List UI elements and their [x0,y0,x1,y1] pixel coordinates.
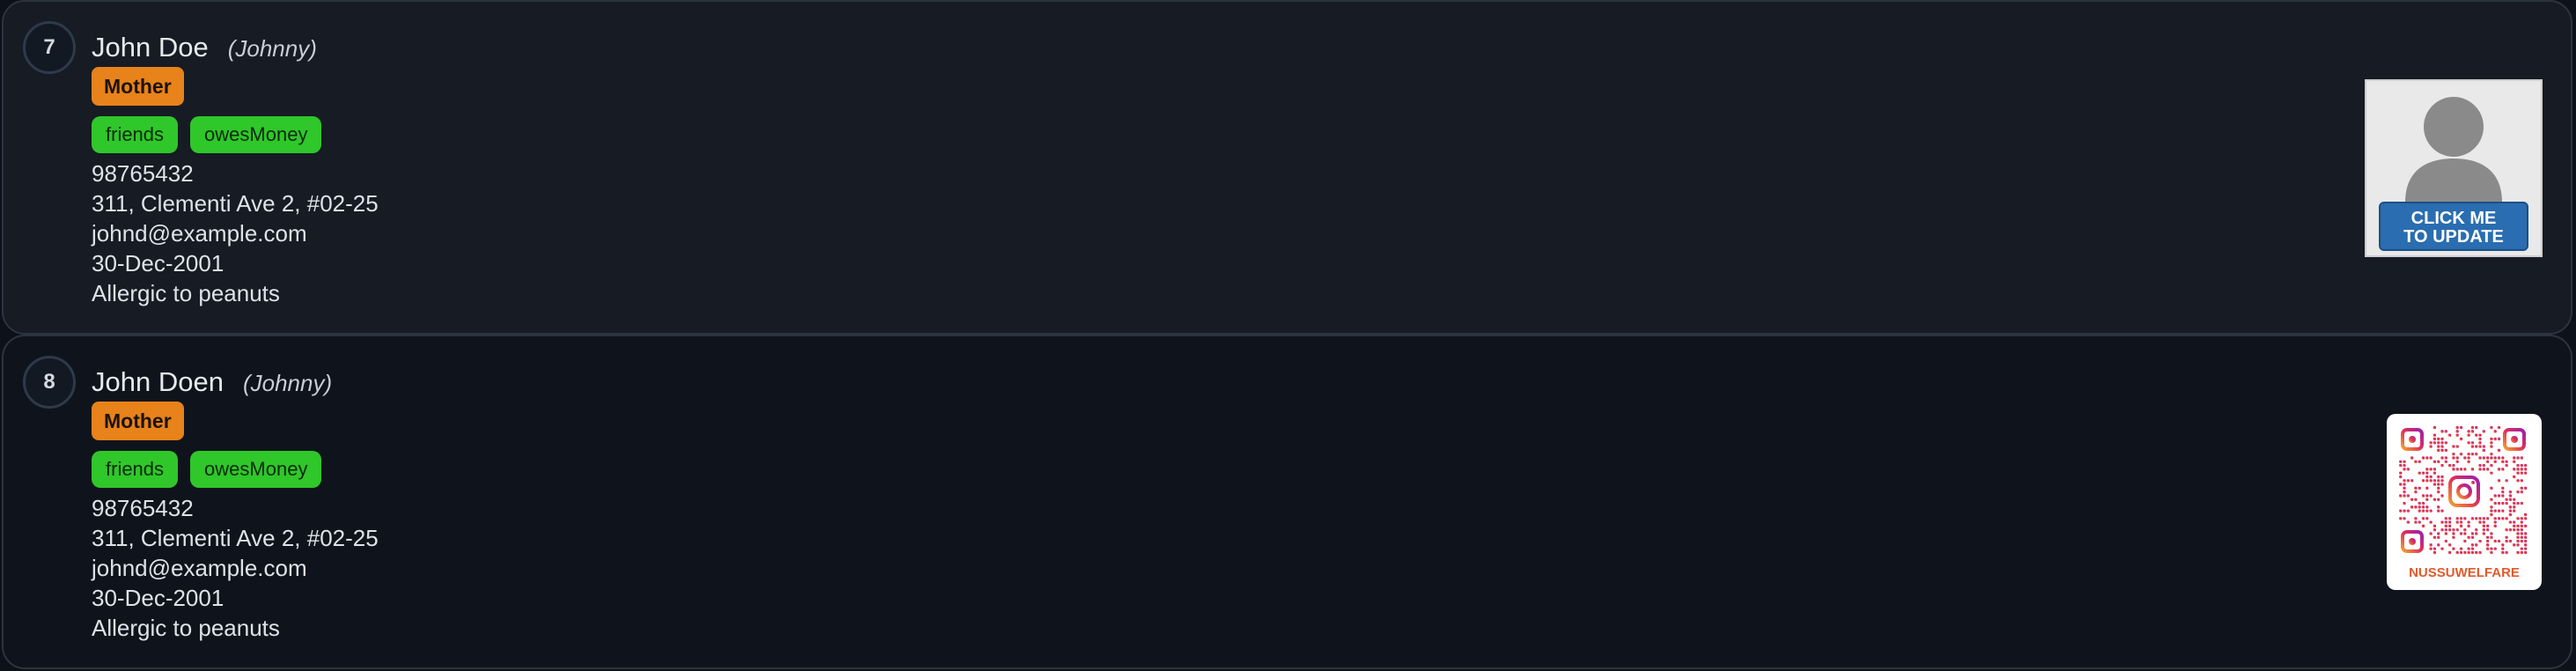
instagram-qr-code-icon: NUSSUWELFARE [2399,426,2528,580]
contact-address: 311, Clementi Ave 2, #02-25 [92,525,379,551]
contact-phone: 98765432 [92,160,194,187]
contact-note: Allergic to peanuts [92,280,280,306]
contact-list: 7 John Doe (Johnny) Mother friends owesM… [0,0,2576,671]
profile-photo-button[interactable]: CLICK ME TO UPDATE [2365,79,2543,257]
contact-email: johnd@example.com [92,555,307,581]
update-photo-label-1: CLICK ME [2411,209,2497,228]
tag-list: friends owesMoney [92,116,322,153]
contact-nickname: (Johnny) [227,35,317,62]
contact-birthday: 30-Dec-2001 [92,250,224,277]
contact-index: 8 [23,356,76,409]
tag-list: friends owesMoney [92,451,322,488]
update-photo-label-2: TO UPDATE [2403,227,2504,247]
contact-index: 7 [23,21,76,74]
contact-email: johnd@example.com [92,220,307,247]
relationship-badge: Mother [92,402,184,440]
name-row: John Doe (Johnny) [92,32,317,63]
tag-badge: owesMoney [190,116,322,153]
contact-address: 311, Clementi Ave 2, #02-25 [92,190,379,217]
contact-birthday: 30-Dec-2001 [92,585,224,611]
tag-badge: friends [92,116,179,153]
contact-nickname: (Johnny) [242,370,333,396]
qr-caption: NUSSUWELFARE [2409,565,2520,580]
contact-name: John Doen [92,366,224,397]
contact-phone: 98765432 [92,495,194,521]
tag-badge: owesMoney [190,451,322,488]
contact-card[interactable]: 8 John Doen (Johnny) Mother friends owes… [2,335,2572,669]
contact-card[interactable]: 7 John Doe (Johnny) Mother friends owesM… [2,0,2572,335]
tag-badge: friends [92,451,179,488]
person-silhouette-icon: CLICK ME TO UPDATE [2379,97,2528,251]
contact-name: John Doe [92,32,209,63]
profile-photo-button[interactable]: NUSSUWELFARE [2387,414,2542,590]
contact-fields: 98765432 311, Clementi Ave 2, #02-25 joh… [92,159,379,308]
relationship-badge: Mother [92,67,184,106]
contact-note: Allergic to peanuts [92,615,280,641]
name-row: John Doen (Johnny) [92,366,332,398]
contact-fields: 98765432 311, Clementi Ave 2, #02-25 joh… [92,493,379,643]
